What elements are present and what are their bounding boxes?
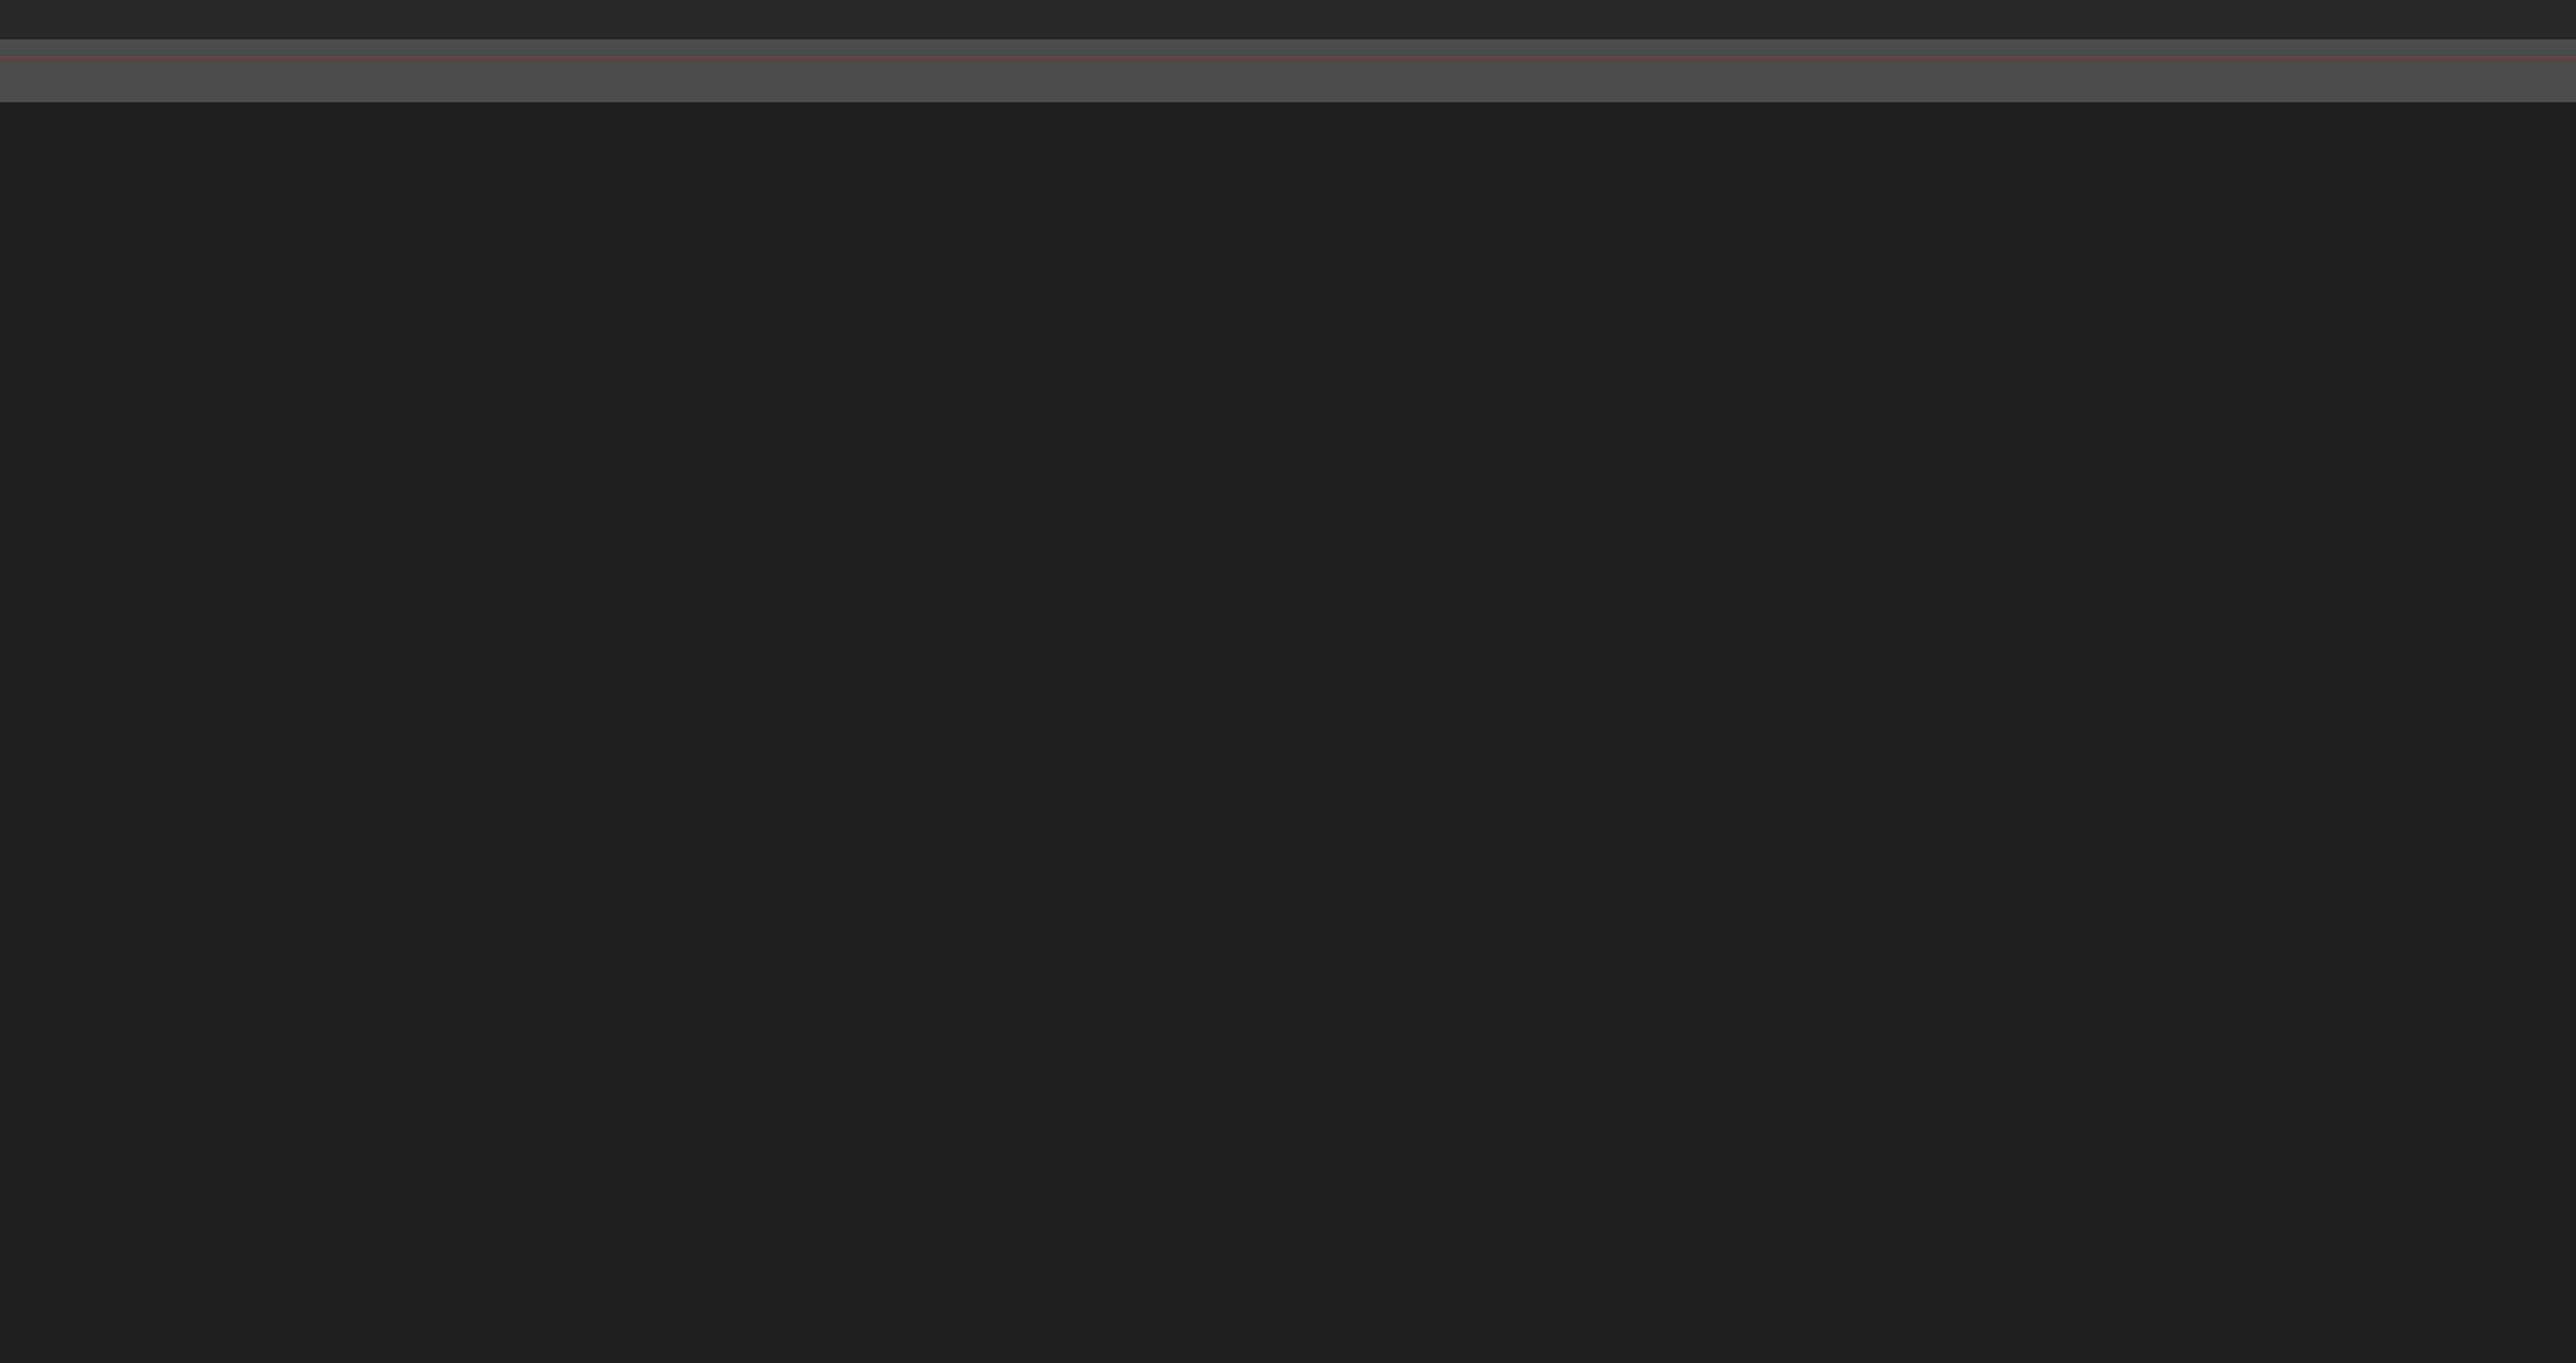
frame-span-row[interactable] bbox=[0, 135, 2576, 153]
frame-target-line bbox=[0, 57, 2576, 58]
tracy-profiler-window bbox=[0, 0, 2576, 1363]
frame-time-strip[interactable] bbox=[0, 39, 2576, 102]
main-toolbar bbox=[0, 0, 2576, 38]
timeline-axis[interactable] bbox=[0, 102, 2576, 135]
